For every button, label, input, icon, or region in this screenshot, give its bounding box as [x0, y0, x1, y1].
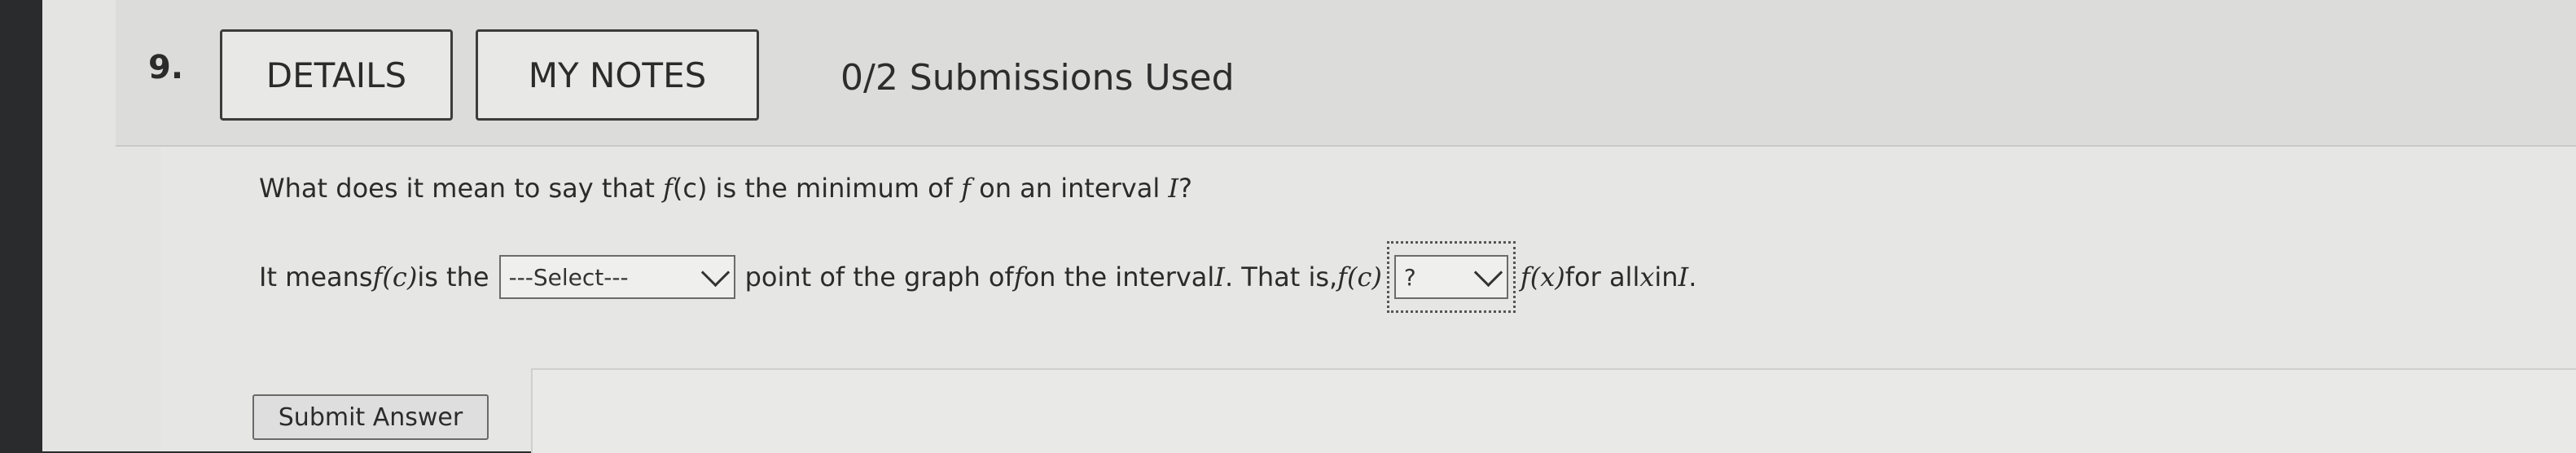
prompt-interval: I — [1168, 173, 1179, 204]
answer-interval-2: I — [1678, 262, 1689, 292]
prompt-text-2: is the minimum of — [707, 173, 962, 204]
prompt-f: f — [663, 173, 673, 204]
answer-f: f — [1013, 262, 1024, 292]
page: 9. DETAILS MY NOTES 0/2 Submissions Used… — [42, 0, 2576, 453]
details-button[interactable]: DETAILS — [220, 29, 453, 121]
answer-line: It means f(c) is the ---Select--- point … — [259, 241, 1696, 313]
point-type-select-value: ---Select--- — [508, 263, 629, 291]
answer-fc: f(c) — [372, 262, 418, 292]
answer-text-8: . — [1688, 262, 1697, 292]
question-number: 9. — [148, 49, 184, 86]
answer-text-3: point of the graph of — [744, 262, 1014, 292]
answer-text-4: on the interval — [1023, 262, 1215, 292]
question-prompt: What does it mean to say that f(c) is th… — [259, 173, 1192, 204]
my-notes-button[interactable]: MY NOTES — [476, 29, 759, 121]
prompt-c: (c) — [672, 173, 708, 204]
answer-fx: f(x) — [1520, 262, 1565, 292]
answer-fc-2: f(c) — [1337, 262, 1382, 292]
answer-text-5: . That is, — [1224, 262, 1338, 292]
answer-x: x — [1639, 262, 1655, 292]
prompt-f-2: f — [961, 173, 971, 204]
prompt-text-3: on an interval — [970, 173, 1169, 204]
feedback-area — [531, 368, 2576, 453]
answer-interval: I — [1214, 262, 1225, 292]
answer-text-6: for all — [1564, 262, 1640, 292]
submit-answer-button[interactable]: Submit Answer — [252, 394, 489, 440]
comparison-select-focus: ? — [1386, 241, 1516, 313]
chevron-down-icon — [700, 257, 730, 287]
answer-text-7: in — [1654, 262, 1679, 292]
answer-text-2: is the — [417, 262, 489, 292]
prompt-text: What does it mean to say that — [259, 173, 664, 204]
prompt-qmark: ? — [1178, 173, 1192, 204]
comparison-select-value: ? — [1403, 263, 1416, 291]
chevron-down-icon — [1473, 257, 1503, 287]
comparison-select[interactable]: ? — [1393, 255, 1508, 299]
answer-text: It means — [259, 262, 373, 292]
point-type-select[interactable]: ---Select--- — [498, 255, 735, 299]
submissions-status: 0/2 Submissions Used — [840, 57, 1235, 99]
